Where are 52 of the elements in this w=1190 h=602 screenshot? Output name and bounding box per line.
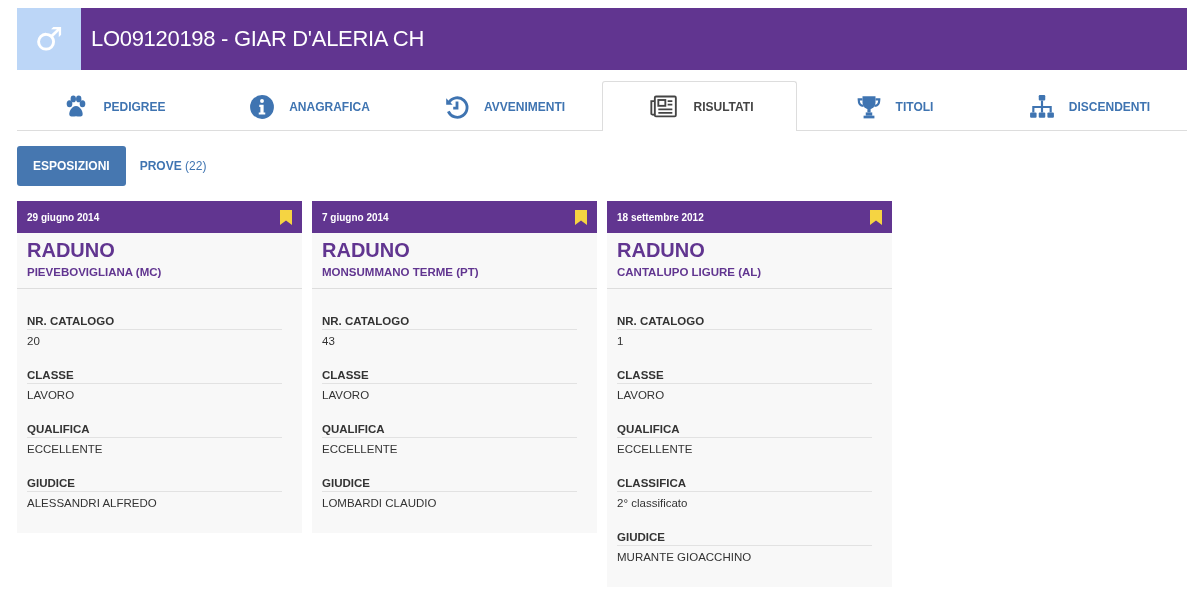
field-label: GIUDICE <box>617 531 872 546</box>
field-label: GIUDICE <box>322 477 577 492</box>
tab[interactable]: ANAGRAFICA <box>212 81 407 131</box>
event-place: MONSUMMANO TERME (PT) <box>322 266 480 278</box>
field-value: LAVORO <box>27 389 76 401</box>
field-label: QUALIFICA <box>322 423 577 438</box>
tab[interactable]: TITOLI <box>797 81 992 131</box>
event-type: RADUNO <box>617 239 706 262</box>
trophy-icon <box>855 93 882 120</box>
field-value: 20 <box>27 335 41 347</box>
field-value: ECCELLENTE <box>27 443 104 455</box>
page-title: LO09120198 - GIAR D'ALERIA CH <box>90 25 424 53</box>
field-value: 43 <box>322 335 336 347</box>
card-date: 7 giugno 2014 <box>322 211 389 223</box>
event-place: CANTALUPO LIGURE (AL) <box>617 266 763 278</box>
field-value: LAVORO <box>617 389 666 401</box>
field-value: 2° classificato <box>617 497 689 509</box>
field-label: CLASSIFICA <box>617 477 872 492</box>
field-label: CLASSE <box>617 369 872 384</box>
event-place: PIEVEBOVIGLIANA (MC) <box>27 266 163 278</box>
field-value: MURANTE GIOACCHINO <box>617 551 753 563</box>
field-label: CLASSE <box>27 369 282 384</box>
field-value: ECCELLENTE <box>617 443 694 455</box>
sex-symbol: ♂ <box>34 23 64 55</box>
history-icon <box>443 93 470 120</box>
field-label: QUALIFICA <box>27 423 282 438</box>
filter-link[interactable]: PROVE (22) <box>139 159 207 173</box>
field-label: GIUDICE <box>27 477 282 492</box>
field-label: QUALIFICA <box>617 423 872 438</box>
tab[interactable]: PEDIGREE <box>17 81 212 131</box>
event-type: RADUNO <box>322 239 411 262</box>
bookmark-icon[interactable] <box>575 209 587 225</box>
field-value: LAVORO <box>322 389 371 401</box>
field-value: ECCELLENTE <box>322 443 399 455</box>
tab[interactable]: AVVENIMENTI <box>407 81 602 131</box>
field-label: CLASSE <box>322 369 577 384</box>
filter-button[interactable]: ESPOSIZIONI <box>17 146 126 186</box>
tab[interactable]: DISCENDENTI <box>992 81 1187 131</box>
info-icon <box>249 93 276 120</box>
card-date: 29 giugno 2014 <box>27 211 100 223</box>
hierarchy-icon <box>1028 93 1055 120</box>
field-value: LOMBARDI CLAUDIO <box>322 497 438 509</box>
field-label: NR. CATALOGO <box>322 315 577 330</box>
bookmark-icon[interactable] <box>280 209 292 225</box>
event-type: RADUNO <box>27 239 116 262</box>
tab[interactable]: RISULTATI <box>602 81 797 131</box>
bookmark-icon[interactable] <box>870 209 882 225</box>
field-value: ALESSANDRI ALFREDO <box>27 497 158 509</box>
card-date: 18 settembre 2012 <box>617 211 704 223</box>
field-value: 1 <box>617 335 625 347</box>
field-label: NR. CATALOGO <box>27 315 282 330</box>
field-label: NR. CATALOGO <box>617 315 872 330</box>
